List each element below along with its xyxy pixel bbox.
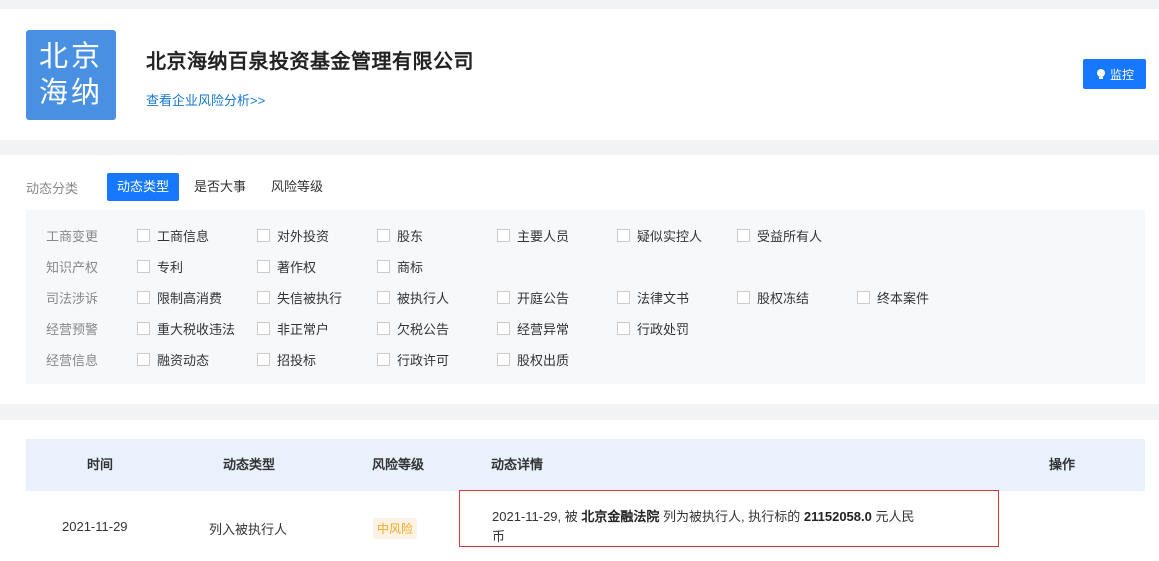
option-suspected-controller[interactable]: 疑似实控人 [617,226,702,245]
option-legal-document[interactable]: 法律文书 [617,288,689,307]
monitor-label: 监控 [1109,67,1134,82]
option-financing[interactable]: 融资动态 [137,350,209,369]
tab-major-event[interactable]: 是否大事 [184,173,256,201]
option-equity-freeze[interactable]: 股权冻结 [737,288,809,307]
checkbox[interactable] [137,322,150,335]
company-logo: 北京 海纳 [26,30,116,120]
option-tax-violation[interactable]: 重大税收违法 [137,319,235,338]
option-tax-arrears[interactable]: 欠税公告 [377,319,449,338]
option-business-info[interactable]: 工商信息 [137,226,209,245]
checkbox[interactable] [617,291,630,304]
option-dishonest-debtor[interactable]: 失信被执行 [257,288,342,307]
logo-line-2: 海纳 [38,75,103,109]
checkbox[interactable] [497,229,510,242]
option-judgment-debtor[interactable]: 被执行人 [377,288,449,307]
option-equity-pledge[interactable]: 股权出质 [497,350,569,369]
checkbox[interactable] [377,353,390,366]
tab-dynamic-type[interactable]: 动态类型 [107,173,180,201]
checkbox[interactable] [377,291,390,304]
header-action: 操作 [1049,457,1076,472]
option-abnormal-operation[interactable]: 经营异常 [497,319,569,338]
category-label: 工商变更 [46,229,99,244]
category-panel: 工商变更 工商信息 对外投资 股东 主要人员 疑似实控人 受益所有人 知识产权 … [26,210,1145,384]
checkbox[interactable] [737,291,750,304]
checkbox[interactable] [257,229,270,242]
checkbox[interactable] [257,353,270,366]
checkbox[interactable] [137,291,150,304]
checkbox[interactable] [257,322,270,335]
filter-section: 动态分类 动态类型 是否大事 风险等级 工商变更 工商信息 对外投资 股东 主要… [0,155,1159,404]
checkbox[interactable] [737,229,750,242]
option-admin-license[interactable]: 行政许可 [377,350,449,369]
checkbox[interactable] [497,353,510,366]
option-trademark[interactable]: 商标 [377,257,423,276]
option-patent[interactable]: 专利 [137,257,183,276]
category-label: 知识产权 [46,260,99,275]
checkbox[interactable] [257,260,270,273]
checkbox[interactable] [137,229,150,242]
option-shareholder[interactable]: 股东 [377,226,423,245]
option-copyright[interactable]: 著作权 [257,257,316,276]
checkbox[interactable] [137,353,150,366]
row-type: 列入被执行人 [209,522,288,537]
option-abnormal-taxpayer[interactable]: 非正常户 [257,319,329,338]
header-risk: 风险等级 [372,457,425,472]
checkbox[interactable] [137,260,150,273]
option-key-personnel[interactable]: 主要人员 [497,226,569,245]
checkbox[interactable] [617,322,630,335]
tab-risk-level[interactable]: 风险等级 [261,173,333,201]
category-label: 经营信息 [46,353,99,368]
category-label: 司法涉诉 [46,291,99,306]
court-name[interactable]: 北京金融法院 [581,509,659,524]
dynamics-table: 时间 动态类型 风险等级 动态详情 操作 2021-11-29 列入被执行人 中… [0,420,1159,561]
risk-analysis-link[interactable]: 查看企业风险分析>> [146,90,265,109]
checkbox[interactable] [857,291,870,304]
row-detail: 2021-11-29, 被 北京金融法院 列为被执行人, 执行标的 211520… [459,490,999,547]
checkbox[interactable] [257,291,270,304]
logo-line-1: 北京 [38,39,103,73]
option-consumption-restriction[interactable]: 限制高消费 [137,288,222,307]
checkbox[interactable] [377,322,390,335]
checkbox[interactable] [377,229,390,242]
option-beneficial-owner[interactable]: 受益所有人 [737,226,822,245]
monitor-button[interactable]: 监控 [1083,59,1146,89]
table-row: 2021-11-29 列入被执行人 中风险 2021-11-29, 被 北京金融… [26,490,1145,561]
header-time: 时间 [87,457,114,472]
option-bidding[interactable]: 招投标 [257,350,316,369]
row-time: 2021-11-29 [62,519,128,534]
filter-tabs-row: 动态分类 动态类型 是否大事 风险等级 [26,173,338,201]
checkbox[interactable] [497,291,510,304]
checkbox[interactable] [617,229,630,242]
header-detail: 动态详情 [491,457,544,472]
checkbox[interactable] [377,260,390,273]
checkbox[interactable] [497,322,510,335]
execution-amount: 21152058.0 [803,509,872,524]
category-label: 经营预警 [46,322,99,337]
option-outbound-investment[interactable]: 对外投资 [257,226,329,245]
option-administrative-penalty[interactable]: 行政处罚 [617,319,689,338]
company-header: 北京 海纳 北京海纳百泉投资基金管理有限公司 查看企业风险分析>> 监控 [0,9,1159,140]
bulb-icon [1096,69,1105,79]
company-name: 北京海纳百泉投资基金管理有限公司 [146,51,474,73]
option-court-notice[interactable]: 开庭公告 [497,288,569,307]
option-terminated-case[interactable]: 终本案件 [857,288,929,307]
risk-badge: 中风险 [373,518,418,539]
filter-label: 动态分类 [26,180,79,196]
header-type: 动态类型 [223,457,276,472]
table-header: 时间 动态类型 风险等级 动态详情 操作 [26,439,1145,491]
